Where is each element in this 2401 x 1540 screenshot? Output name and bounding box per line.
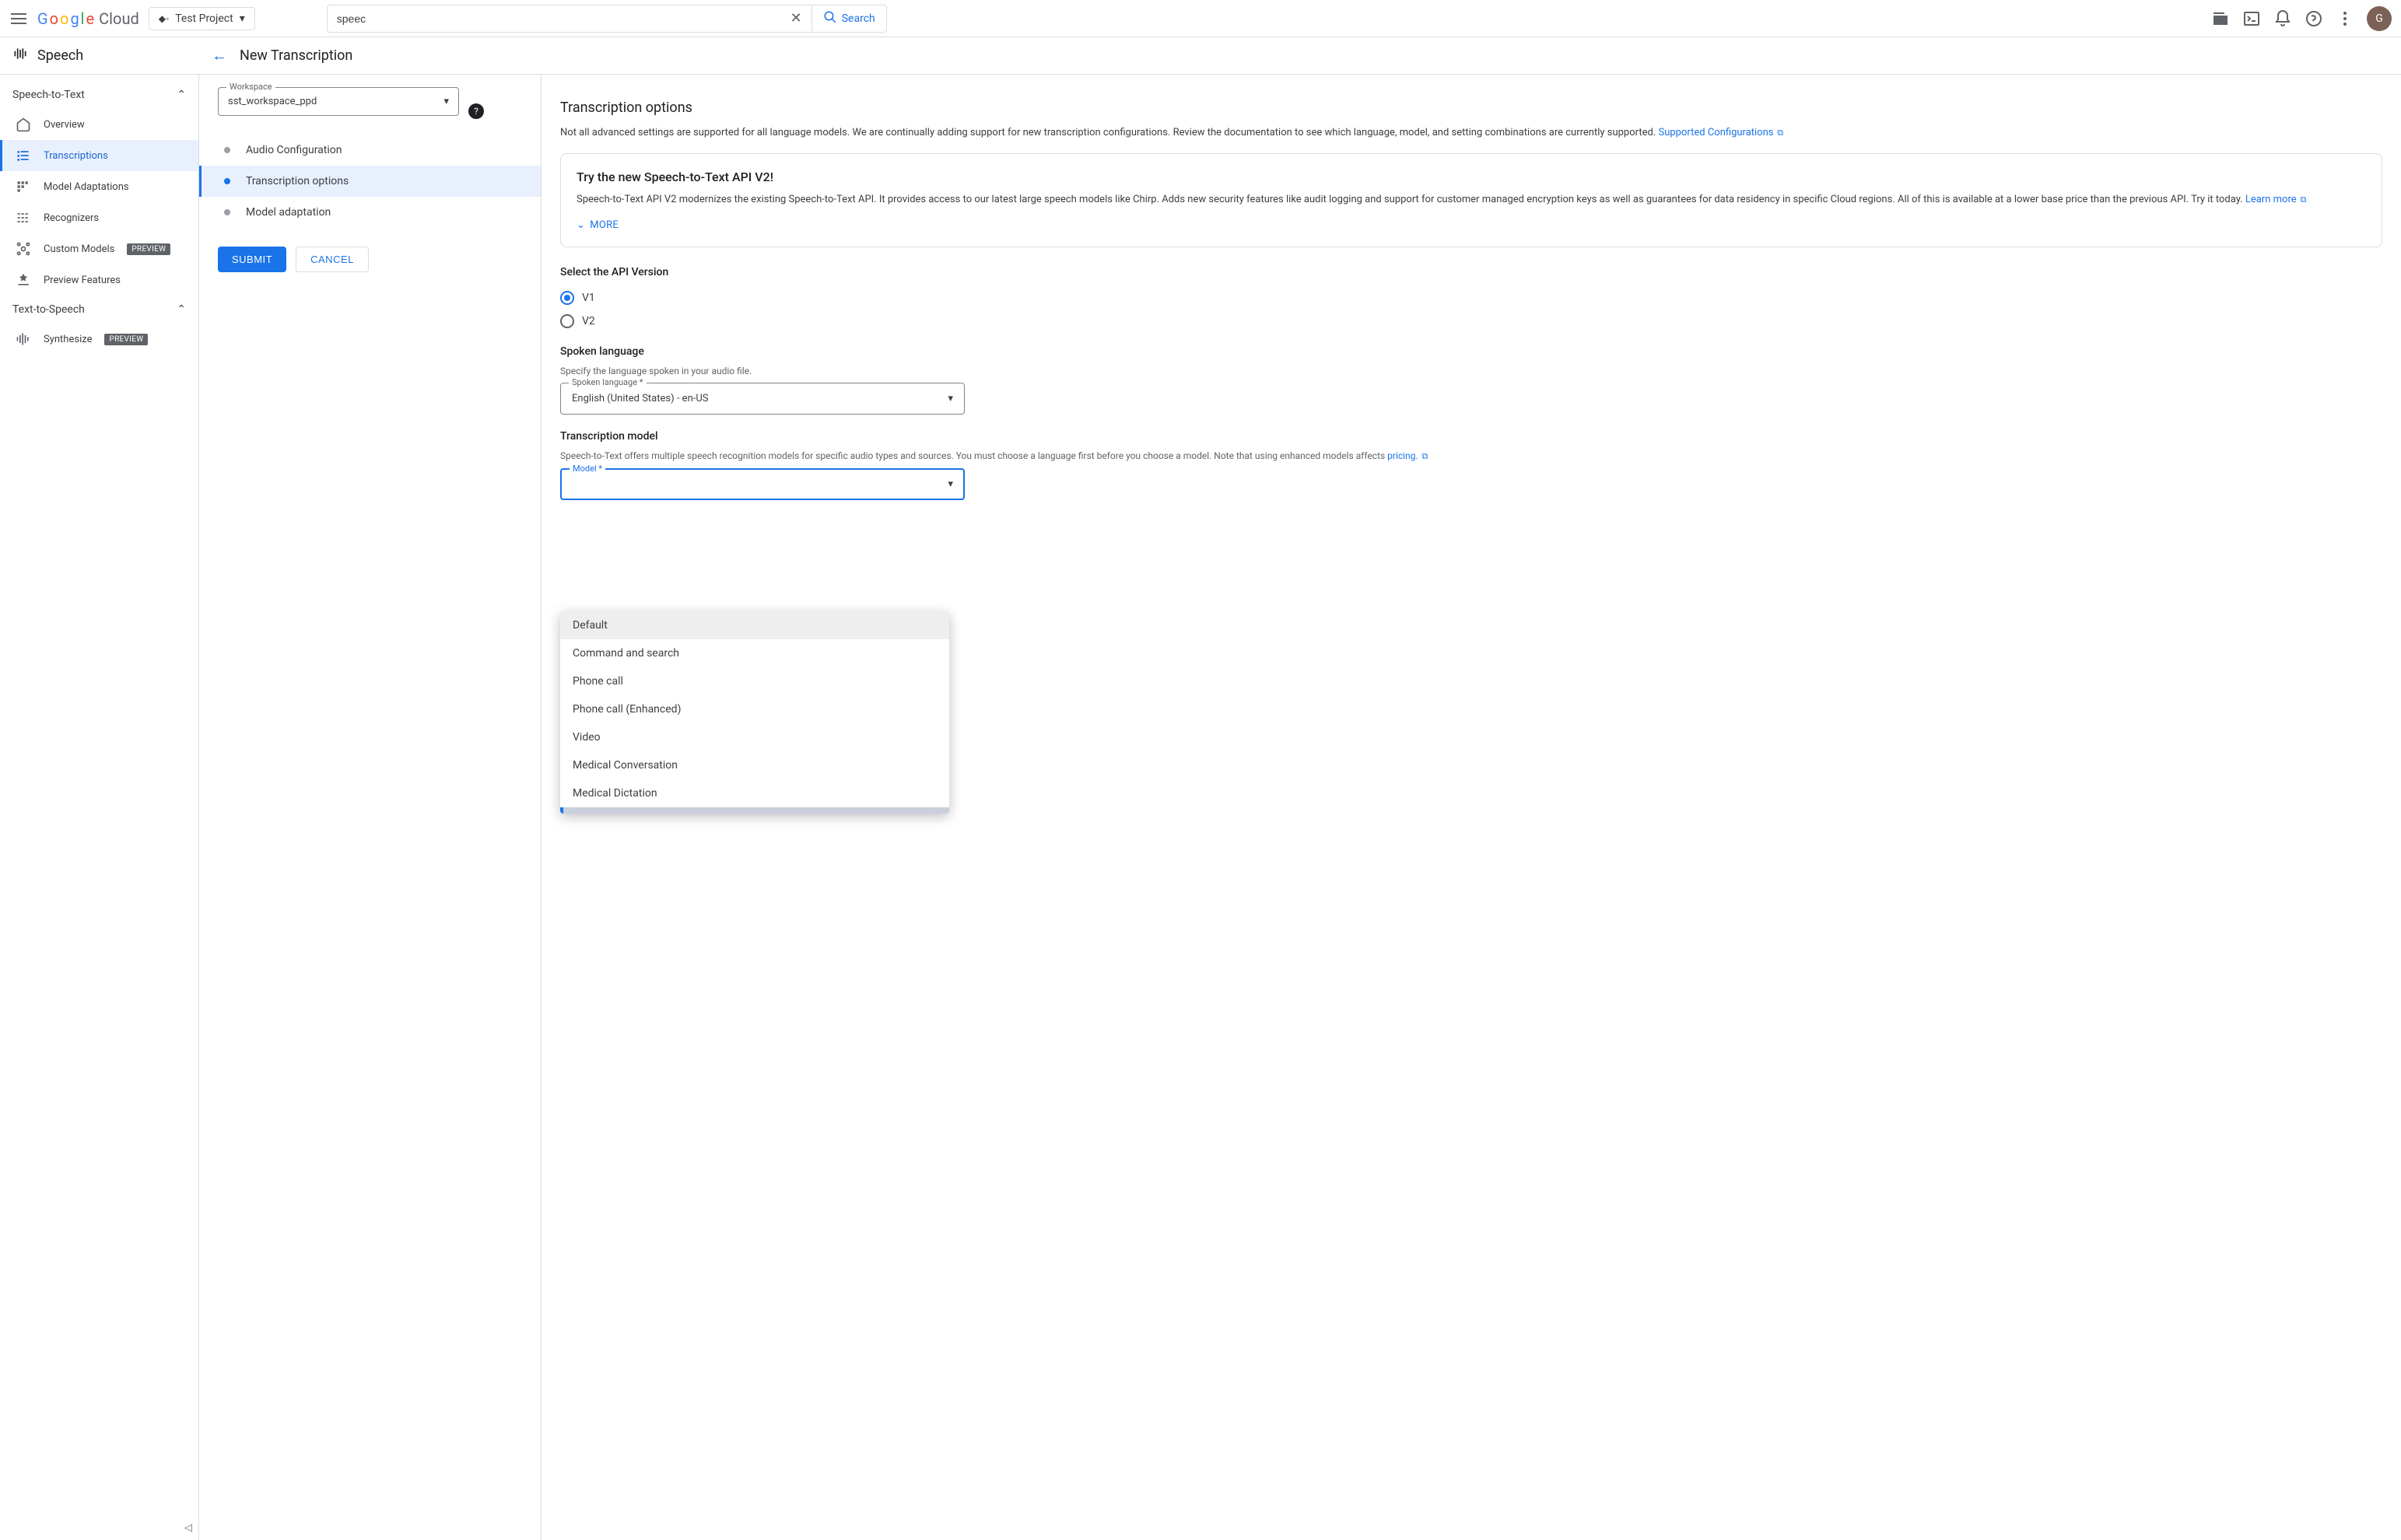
model-option[interactable]: Command and search bbox=[560, 639, 949, 667]
sidebar-item-model-adaptations[interactable]: Model Adaptations bbox=[0, 171, 198, 202]
external-link-icon: ⧉ bbox=[1775, 128, 1784, 138]
help-icon[interactable] bbox=[2305, 9, 2323, 28]
cloud-shell-icon[interactable] bbox=[2211, 9, 2230, 28]
stepper-panel: Workspace sst_workspace_ppd ▾ ? Audio Co… bbox=[199, 75, 542, 1540]
menu-icon[interactable] bbox=[9, 9, 28, 28]
sidebar-item-preview-features[interactable]: Preview Features bbox=[0, 264, 198, 296]
radio-icon bbox=[560, 314, 574, 328]
project-name: Test Project bbox=[175, 12, 233, 25]
learn-more-link[interactable]: Learn more ⧉ bbox=[2245, 194, 2306, 205]
spoken-language-select[interactable]: Spoken language * English (United States… bbox=[560, 383, 965, 415]
external-link-icon: ⧉ bbox=[1420, 451, 1428, 461]
more-button[interactable]: ⌄ MORE bbox=[577, 219, 2366, 231]
workspace-select[interactable]: Workspace sst_workspace_ppd ▾ bbox=[218, 87, 459, 116]
content-description: Not all advanced settings are supported … bbox=[560, 125, 2382, 141]
model-dropdown: DefaultCommand and searchPhone callPhone… bbox=[560, 611, 949, 814]
speech-product-icon bbox=[12, 46, 28, 65]
product-title: Speech bbox=[37, 47, 83, 64]
model-option[interactable]: Phone call (Enhanced) bbox=[560, 695, 949, 723]
transcriptions-icon bbox=[16, 148, 31, 163]
chevron-down-icon: ▾ bbox=[240, 12, 245, 25]
model-option[interactable]: Phone call bbox=[560, 667, 949, 695]
transcription-model-section-title: Transcription model bbox=[560, 430, 2382, 443]
back-arrow-icon[interactable]: ← bbox=[212, 46, 227, 65]
page-title: New Transcription bbox=[240, 47, 352, 64]
sidebar: Speech-to-Text ⌃ Overview Transcriptions… bbox=[0, 75, 199, 1540]
model-option[interactable]: Default bbox=[560, 611, 949, 639]
supported-configurations-link[interactable]: Supported Configurations ⧉ bbox=[1659, 127, 1784, 138]
search-input-wrap: ✕ bbox=[327, 5, 812, 33]
content-panel: Transcription options Not all advanced s… bbox=[542, 75, 2401, 1540]
model-select[interactable]: Model * ▾ bbox=[560, 468, 965, 500]
model-option[interactable]: Medical Dictation bbox=[560, 779, 949, 807]
synthesize-icon bbox=[16, 331, 31, 347]
custom-models-icon bbox=[16, 241, 31, 257]
sidebar-item-synthesize[interactable]: Synthesize PREVIEW bbox=[0, 324, 198, 355]
radio-v2[interactable]: V2 bbox=[560, 310, 2382, 333]
sidebar-item-custom-models[interactable]: Custom Models PREVIEW bbox=[0, 233, 198, 264]
model-option[interactable]: Long bbox=[560, 807, 949, 814]
spoken-language-section-title: Spoken language bbox=[560, 345, 2382, 358]
cancel-button[interactable]: CANCEL bbox=[296, 247, 369, 272]
project-picker[interactable]: ◆◦ Test Project ▾ bbox=[149, 7, 255, 30]
step-dot-icon bbox=[224, 147, 230, 153]
spoken-language-help: Specify the language spoken in your audi… bbox=[560, 366, 2382, 376]
preview-features-icon bbox=[16, 272, 31, 288]
radio-icon bbox=[560, 291, 574, 305]
sidebar-group-stt[interactable]: Speech-to-Text ⌃ bbox=[0, 81, 198, 109]
step-dot-icon bbox=[224, 178, 230, 184]
submit-button[interactable]: SUBMIT bbox=[218, 247, 286, 272]
help-tooltip-icon[interactable]: ? bbox=[468, 103, 484, 119]
step-transcription-options[interactable]: Transcription options bbox=[199, 166, 541, 197]
spoken-language-value: English (United States) - en-US bbox=[572, 393, 709, 404]
chevron-up-icon: ⌃ bbox=[177, 303, 186, 316]
adaptations-icon bbox=[16, 179, 31, 194]
chevron-down-icon: ▾ bbox=[948, 478, 953, 490]
avatar[interactable]: G bbox=[2367, 6, 2392, 31]
top-bar: Google Cloud ◆◦ Test Project ▾ ✕ Search … bbox=[0, 0, 2401, 37]
search-input[interactable] bbox=[337, 12, 790, 25]
more-icon[interactable] bbox=[2336, 9, 2354, 28]
chevron-down-icon: ▾ bbox=[443, 96, 449, 107]
terminal-icon[interactable] bbox=[2242, 9, 2261, 28]
home-icon bbox=[16, 117, 31, 132]
sidebar-group-tts[interactable]: Text-to-Speech ⌃ bbox=[0, 296, 198, 324]
sidebar-item-overview[interactable]: Overview bbox=[0, 109, 198, 140]
notifications-icon[interactable] bbox=[2273, 9, 2292, 28]
pricing-link[interactable]: pricing. ⧉ bbox=[1387, 450, 1428, 461]
preview-badge: PREVIEW bbox=[127, 243, 170, 255]
step-audio-configuration[interactable]: Audio Configuration bbox=[218, 135, 522, 166]
google-cloud-logo[interactable]: Google Cloud bbox=[37, 9, 139, 28]
api-version-section-title: Select the API Version bbox=[560, 266, 2382, 278]
step-model-adaptation[interactable]: Model adaptation bbox=[218, 197, 522, 228]
card-title: Try the new Speech-to-Text API V2! bbox=[577, 170, 2366, 184]
model-option[interactable]: Medical Conversation bbox=[560, 751, 949, 779]
step-dot-icon bbox=[224, 209, 230, 215]
transcription-model-help: Speech-to-Text offers multiple speech re… bbox=[560, 450, 2382, 462]
search-button[interactable]: Search bbox=[812, 5, 887, 33]
model-option[interactable]: Video bbox=[560, 723, 949, 751]
chevron-down-icon: ⌄ bbox=[577, 219, 585, 231]
workspace-value: sst_workspace_ppd bbox=[228, 96, 317, 107]
external-link-icon: ⧉ bbox=[2298, 194, 2307, 205]
recognizers-icon bbox=[16, 210, 31, 226]
sidebar-item-transcriptions[interactable]: Transcriptions bbox=[0, 140, 198, 171]
preview-badge: PREVIEW bbox=[104, 334, 148, 345]
api-v2-card: Try the new Speech-to-Text API V2! Speec… bbox=[560, 153, 2382, 248]
sidebar-item-recognizers[interactable]: Recognizers bbox=[0, 202, 198, 233]
clear-icon[interactable]: ✕ bbox=[790, 10, 802, 26]
search-icon bbox=[823, 10, 837, 27]
content-heading: Transcription options bbox=[560, 100, 2382, 116]
chevron-down-icon: ▾ bbox=[948, 393, 953, 404]
card-body: Speech-to-Text API V2 modernizes the exi… bbox=[577, 192, 2366, 208]
product-header: Speech ← New Transcription bbox=[0, 37, 2401, 75]
collapse-sidebar-icon[interactable]: ◁ bbox=[184, 1522, 192, 1534]
chevron-up-icon: ⌃ bbox=[177, 89, 186, 101]
radio-v1[interactable]: V1 bbox=[560, 286, 2382, 310]
